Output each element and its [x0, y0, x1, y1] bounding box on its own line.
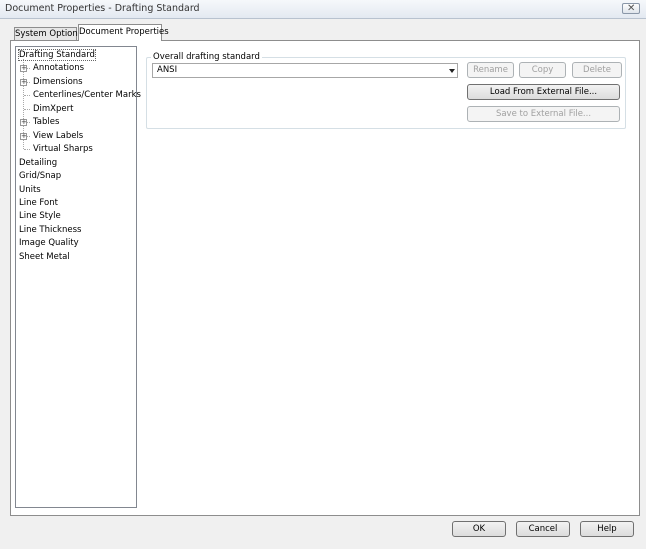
tree-item[interactable]: View Labels — [33, 130, 83, 142]
tree-item[interactable]: Sheet Metal — [19, 251, 70, 263]
tree-item-label: Line Style — [19, 211, 61, 222]
tree-item[interactable]: Image Quality — [19, 237, 79, 249]
tree-item-label: Units — [19, 184, 41, 195]
tree-connector-line — [24, 149, 30, 151]
tree-item-label: Line Font — [19, 197, 58, 208]
tree-connector-line — [24, 95, 30, 97]
tree-item[interactable]: DimXpert — [33, 103, 73, 115]
tree-item-label: View Labels — [33, 130, 84, 141]
tree-item-label: Virtual Sharps — [33, 144, 93, 155]
tree-item-label: Tables — [33, 117, 60, 128]
expand-icon[interactable]: + — [20, 65, 27, 73]
chevron-down-icon — [449, 69, 455, 73]
close-button[interactable]: ✕ — [622, 3, 640, 14]
tree-connector-line — [24, 108, 30, 110]
tree-item-label: Detailing — [19, 157, 58, 168]
tab-document-properties[interactable]: Document Properties — [78, 24, 169, 41]
rename-button[interactable]: Rename — [467, 62, 514, 78]
tree-item[interactable]: Virtual Sharps — [33, 143, 93, 155]
tree-item[interactable]: Grid/Snap — [19, 170, 61, 182]
tree-item-label: Drafting Standard — [18, 49, 96, 61]
tree-item[interactable]: Centerlines/Center Marks — [33, 89, 141, 101]
help-button[interactable]: Help — [580, 521, 634, 537]
save-to-file-button[interactable]: Save to External File... — [467, 106, 620, 122]
ok-button[interactable]: OK — [452, 521, 506, 537]
expand-icon[interactable]: + — [20, 78, 27, 86]
tree-item[interactable]: Line Thickness — [19, 224, 81, 236]
expand-icon[interactable]: + — [20, 119, 27, 127]
tree-item[interactable]: Line Style — [19, 210, 61, 222]
tree-item-label: Image Quality — [19, 238, 79, 249]
tree-item-label: Line Thickness — [19, 224, 82, 235]
tree-item-label: Centerlines/Center Marks — [33, 90, 141, 101]
tab-system-options[interactable]: System Options — [14, 27, 82, 41]
group-label: Overall drafting standard — [151, 52, 262, 62]
close-icon: ✕ — [627, 3, 636, 14]
tree-item-label: DimXpert — [33, 103, 74, 114]
tree-item[interactable]: Units — [19, 184, 41, 196]
tree-item[interactable]: Dimensions — [33, 76, 83, 88]
tree-item-label: Annotations — [33, 63, 85, 74]
tree-item-label: Dimensions — [33, 76, 83, 87]
tree-item[interactable]: Detailing — [19, 157, 57, 169]
tree-item[interactable]: Line Font — [19, 197, 58, 209]
select-value: ANSI — [157, 65, 178, 75]
window-title: Document Properties - Drafting Standard — [5, 3, 200, 14]
tree-item-label: Sheet Metal — [19, 251, 70, 262]
drafting-standard-select[interactable]: ANSI — [152, 63, 458, 78]
tree-item[interactable]: Tables — [33, 116, 59, 128]
options-tree[interactable]: Drafting Standard + Annotations + Dimensions… — [15, 46, 141, 508]
tree-item[interactable]: Drafting Standard — [18, 49, 96, 61]
tree-item-label: Grid/Snap — [19, 171, 62, 182]
expand-icon[interactable]: + — [20, 132, 27, 140]
copy-button[interactable]: Copy — [519, 62, 566, 78]
load-from-file-button[interactable]: Load From External File... — [467, 84, 620, 100]
cancel-button[interactable]: Cancel — [516, 521, 570, 537]
tree-item[interactable]: Annotations — [33, 62, 84, 74]
delete-button[interactable]: Delete — [572, 62, 622, 78]
